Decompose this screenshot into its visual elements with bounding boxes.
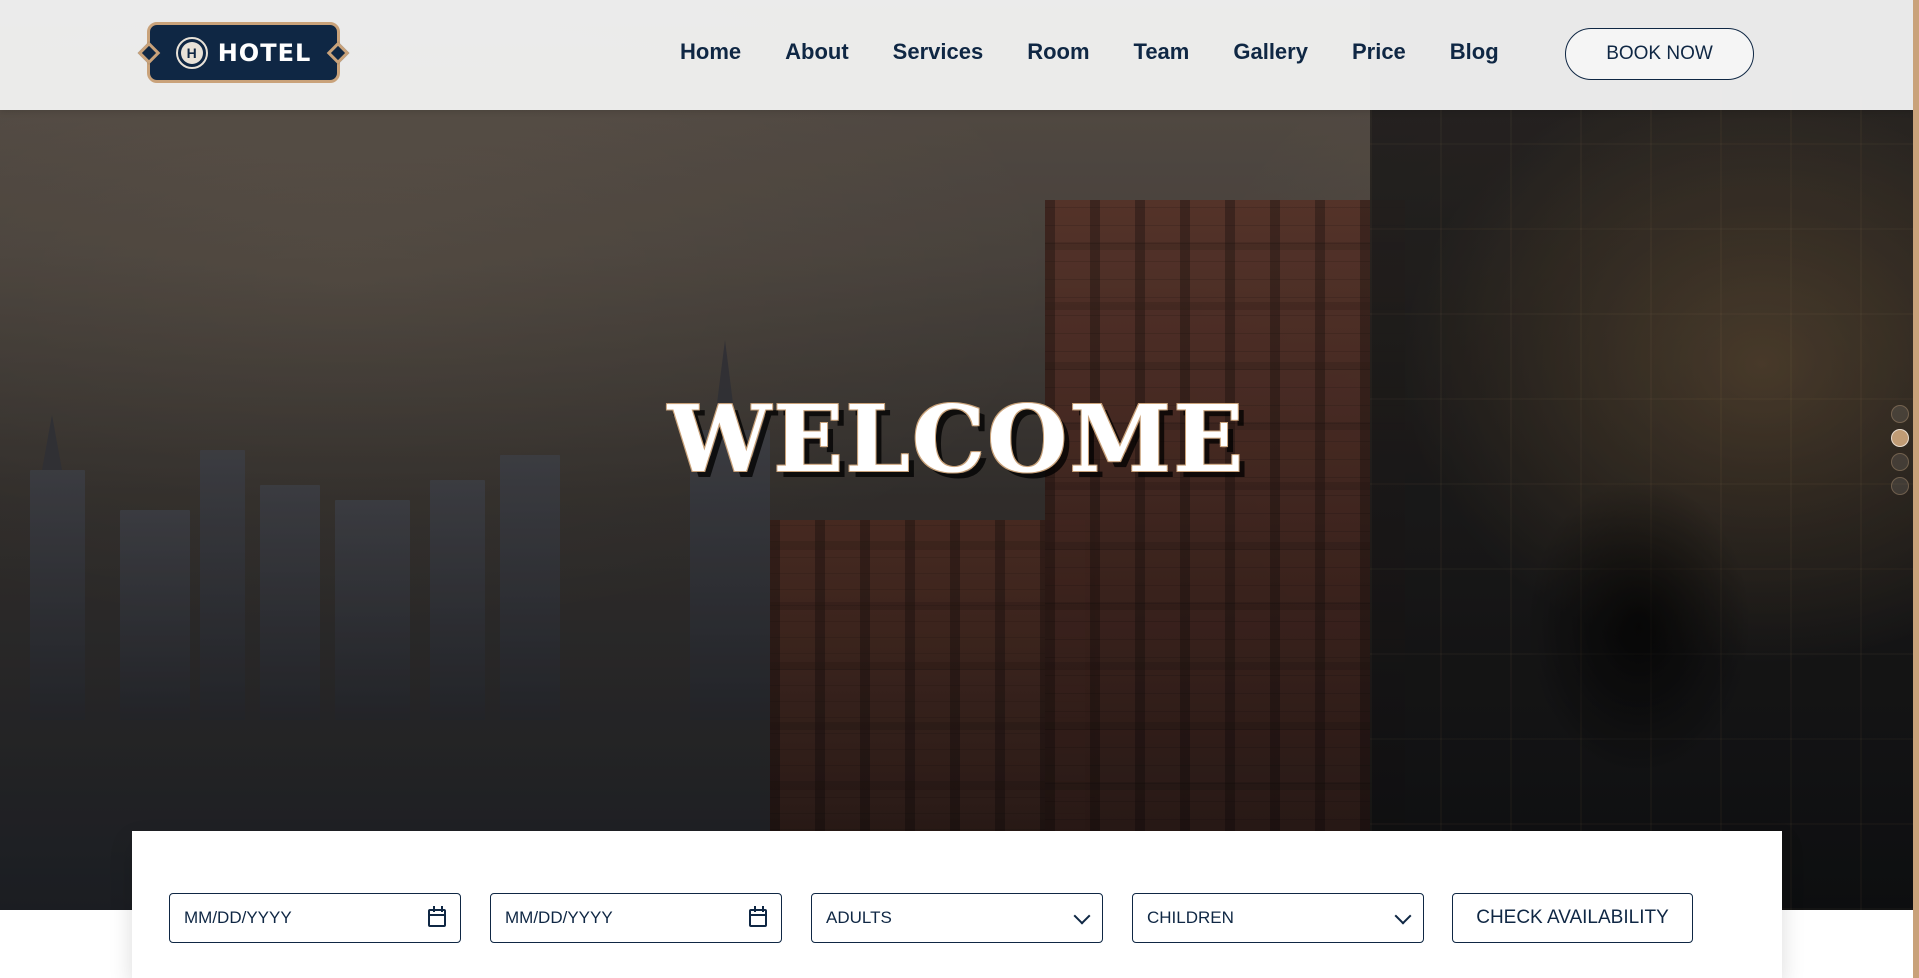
logo-text: HOTEL xyxy=(217,38,312,67)
nav-link-gallery[interactable]: Gallery xyxy=(1233,39,1308,65)
book-now-button[interactable]: BOOK NOW xyxy=(1565,28,1754,80)
building xyxy=(30,470,85,720)
check-out-date-field[interactable]: MM/DD/YYYY xyxy=(490,893,782,943)
logo-mark-letter: H xyxy=(180,41,203,64)
chevron-down-icon[interactable] xyxy=(1394,907,1412,925)
slider-dot[interactable] xyxy=(1891,453,1909,471)
children-select[interactable]: CHILDREN xyxy=(1132,893,1424,943)
calendar-icon[interactable] xyxy=(428,906,446,927)
check-availability-button[interactable]: CHECK AVAILABILITY xyxy=(1452,893,1693,943)
adults-value: ADULTS xyxy=(826,908,892,927)
logo-mark-icon: H xyxy=(175,36,208,69)
hero-title: WELCOME xyxy=(667,385,1246,493)
nav-link-services[interactable]: Services xyxy=(893,39,984,65)
check-in-date-field[interactable]: MM/DD/YYYY xyxy=(169,893,461,943)
check-out-date-value: MM/DD/YYYY xyxy=(505,908,613,927)
booking-bar: MM/DD/YYYY MM/DD/YYYY ADULTS CHILDREN CH… xyxy=(132,831,1782,978)
building xyxy=(430,480,485,720)
building xyxy=(500,455,560,720)
slider-dot[interactable] xyxy=(1891,405,1909,423)
main-nav: Home About Services Room Team Gallery Pr… xyxy=(680,39,1499,65)
nav-link-price[interactable]: Price xyxy=(1352,39,1406,65)
nav-link-blog[interactable]: Blog xyxy=(1450,39,1499,65)
calendar-icon[interactable] xyxy=(749,906,767,927)
hotel-logo[interactable]: H HOTEL xyxy=(147,22,340,83)
check-in-date-value: MM/DD/YYYY xyxy=(184,908,292,927)
nav-link-home[interactable]: Home xyxy=(680,39,741,65)
brick-building-tower xyxy=(1045,200,1405,910)
chevron-down-icon[interactable] xyxy=(1073,907,1091,925)
building xyxy=(260,485,320,720)
slider-dot-active[interactable] xyxy=(1891,429,1909,447)
slider-dots xyxy=(1891,405,1909,495)
top-navigation-bar: H HOTEL Home About Services Room Team Ga… xyxy=(0,0,1913,110)
children-value: CHILDREN xyxy=(1147,908,1234,927)
nav-link-about[interactable]: About xyxy=(785,39,849,65)
slider-dot[interactable] xyxy=(1891,477,1909,495)
nav-link-room[interactable]: Room xyxy=(1027,39,1089,65)
nav-link-team[interactable]: Team xyxy=(1134,39,1190,65)
building xyxy=(120,510,190,720)
adults-select[interactable]: ADULTS xyxy=(811,893,1103,943)
right-edge-accent xyxy=(1913,0,1919,978)
window-grid xyxy=(1045,200,1405,910)
building xyxy=(335,500,410,720)
